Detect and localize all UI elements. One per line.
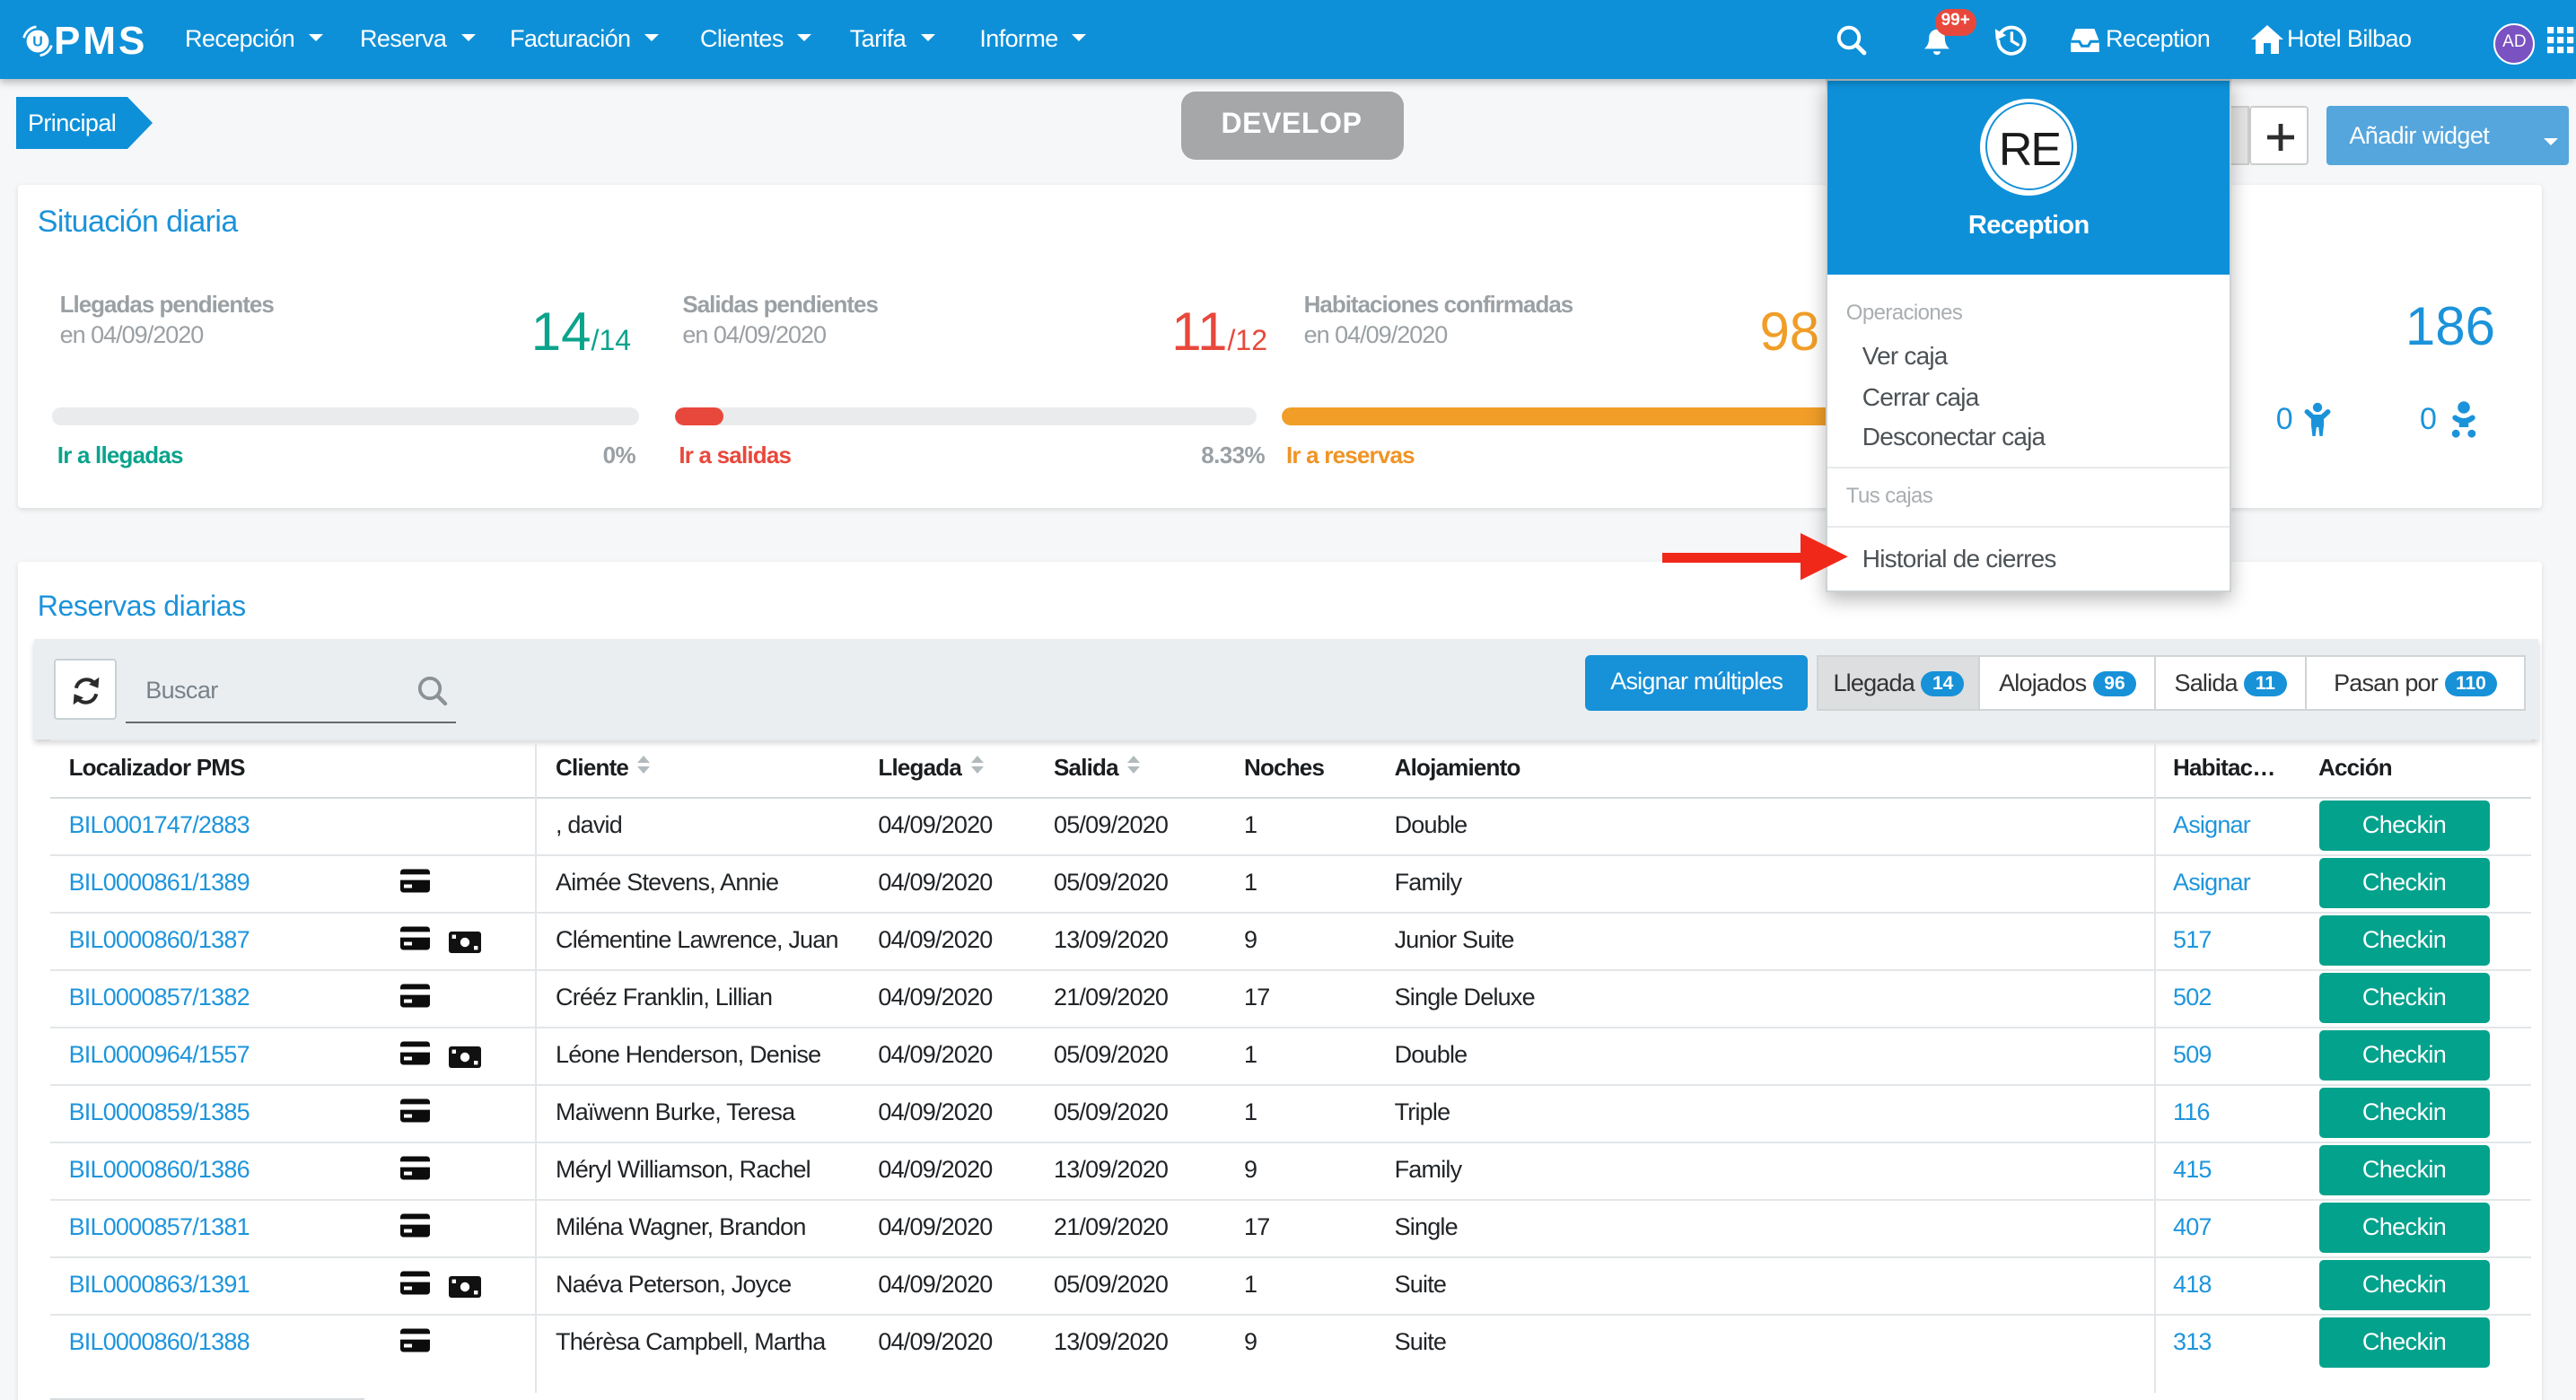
svg-text:U: U	[32, 35, 43, 50]
